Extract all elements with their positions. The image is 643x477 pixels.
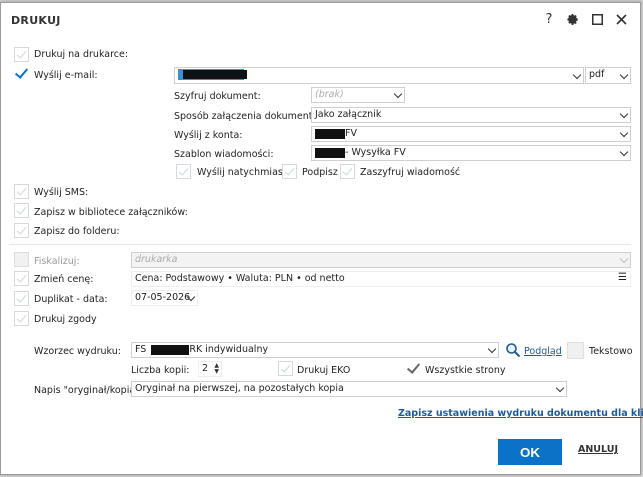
duplicate-date-picker[interactable]: 07-05-2026 <box>131 290 198 306</box>
caption-select[interactable]: Oryginał na pierwszej, na pozostałych ko… <box>131 381 567 397</box>
send-sms-checkbox[interactable] <box>14 184 29 199</box>
encrypt-message-checkbox[interactable] <box>340 164 355 179</box>
caption-value: Oryginał na pierwszej, na pozostałych ko… <box>135 383 344 394</box>
print-on-printer-checkbox[interactable] <box>14 47 29 62</box>
email-format-value: pdf <box>589 69 605 80</box>
save-print-settings-link[interactable]: Zapisz ustawienia wydruku dokumentu dla … <box>398 408 643 419</box>
cancel-button[interactable]: ANULUJ <box>578 444 618 455</box>
copies-value: 2 <box>202 363 209 374</box>
chevron-down-icon[interactable] <box>393 89 403 99</box>
chevron-down-icon[interactable] <box>619 70 629 80</box>
sign-label: Podpisz <box>302 167 338 178</box>
chevron-down-icon[interactable] <box>619 128 629 138</box>
text-mode-label: Tekstowo <box>589 346 633 357</box>
fiscalize-label: Fiskalizuj: <box>34 256 80 267</box>
duplicate-date-checkbox[interactable] <box>14 291 29 306</box>
caption-label: Napis "oryginał/kopia": <box>34 385 143 396</box>
copies-label: Liczba kopii: <box>131 365 190 376</box>
print-dialog: DRUKUJ ? Drukuj na drukarce: Wyślij e-ma… <box>0 2 643 475</box>
all-pages-checkbox[interactable] <box>406 361 421 376</box>
change-price-label: Zmień cenę: <box>34 274 94 285</box>
stepper-arrows-icon[interactable]: ▲ ▼ <box>214 363 219 375</box>
separator <box>9 244 631 245</box>
encrypt-document-select[interactable]: (brak) <box>311 87 405 103</box>
attach-method-label: Sposób załączenia dokumentu: <box>174 111 322 122</box>
close-icon[interactable] <box>612 10 630 28</box>
email-recipient-input[interactable] <box>174 67 584 84</box>
menu-icon[interactable]: ☰ <box>618 272 627 283</box>
dialog-titlebar: DRUKUJ ? <box>1 3 640 36</box>
redacted-template <box>315 147 345 158</box>
sign-checkbox[interactable] <box>282 164 297 179</box>
from-account-select[interactable]: FV <box>311 126 631 142</box>
duplicate-date-label: Duplikat - data: <box>34 294 108 305</box>
email-format-select[interactable]: pdf <box>585 67 631 84</box>
print-eco-checkbox[interactable] <box>278 361 293 376</box>
all-pages-label: Wszystkie strony <box>425 365 506 376</box>
encrypt-message-label: Zaszyfruj wiadomość <box>360 167 461 178</box>
send-now-checkbox[interactable] <box>176 164 191 179</box>
send-email-label: Wyślij e-mail: <box>34 70 98 81</box>
chevron-down-icon <box>619 254 629 264</box>
change-price-checkbox[interactable] <box>14 271 29 286</box>
magnifier-icon[interactable] <box>505 342 521 358</box>
save-attachments-label: Zapisz w bibliotece załączników: <box>34 207 188 218</box>
copies-stepper[interactable]: 2 ▲ ▼ <box>198 361 222 377</box>
chevron-down-icon[interactable] <box>619 147 629 157</box>
fiscal-printer-value: drukarka <box>135 254 178 265</box>
print-consents-label: Drukuj zgody <box>34 314 97 325</box>
chevron-down-icon[interactable] <box>487 344 497 354</box>
save-attachments-checkbox[interactable] <box>14 203 29 218</box>
chevron-down-icon[interactable] <box>619 109 629 119</box>
save-folder-checkbox[interactable] <box>14 223 29 238</box>
gear-icon[interactable] <box>563 10 581 28</box>
redacted-email <box>183 70 247 79</box>
print-template-select[interactable]: FS RK indywidualny <box>131 342 499 358</box>
text-mode-checkbox[interactable] <box>567 342 584 359</box>
from-account-label: Wyślij z konta: <box>174 130 243 141</box>
send-email-checkbox[interactable] <box>14 66 29 81</box>
print-template-prefix: FS <box>135 344 147 355</box>
maximize-icon[interactable] <box>588 10 606 28</box>
help-icon[interactable]: ? <box>540 10 558 28</box>
dialog-title: DRUKUJ <box>11 14 61 27</box>
attach-method-select[interactable]: Jako załącznik <box>311 107 631 123</box>
chevron-down-icon[interactable] <box>555 383 565 393</box>
ok-button[interactable]: OK <box>498 439 562 465</box>
chevron-down-icon[interactable] <box>572 70 582 80</box>
price-settings-value: Cena: Podstawowy • Waluta: PLN • od nett… <box>135 273 345 284</box>
attach-method-value: Jako załącznik <box>315 109 382 120</box>
send-sms-label: Wyślij SMS: <box>34 187 89 198</box>
email-selection-highlight <box>178 69 247 80</box>
print-eco-label: Drukuj EKO <box>297 365 351 376</box>
preview-link[interactable]: Podgląd <box>524 346 562 357</box>
save-folder-label: Zapisz do folderu: <box>34 226 120 237</box>
encrypt-document-value: (brak) <box>315 89 344 100</box>
print-on-printer-label: Drukuj na drukarce: <box>34 49 129 60</box>
duplicate-date-value: 07-05-2026 <box>135 292 191 303</box>
message-template-select[interactable]: - Wysyłka FV <box>311 145 631 161</box>
message-template-label: Szablon wiadomości: <box>174 149 274 160</box>
send-now-label: Wyślij natychmiast <box>197 167 287 178</box>
print-template-label: Wzorzec wydruku: <box>34 346 121 357</box>
message-template-value: - Wysyłka FV <box>345 147 406 158</box>
redacted-account <box>315 128 345 139</box>
print-consents-checkbox[interactable] <box>14 311 29 326</box>
price-settings-field[interactable]: Cena: Podstawowy • Waluta: PLN • od nett… <box>131 271 631 287</box>
print-template-suffix: RK indywidualny <box>189 344 269 355</box>
encrypt-document-label: Szyfruj dokument: <box>174 91 261 102</box>
redacted-template-name <box>151 344 190 355</box>
fiscal-printer-select: drukarka <box>131 252 631 268</box>
from-account-value: FV <box>345 128 357 139</box>
fiscalize-checkbox <box>14 252 29 267</box>
